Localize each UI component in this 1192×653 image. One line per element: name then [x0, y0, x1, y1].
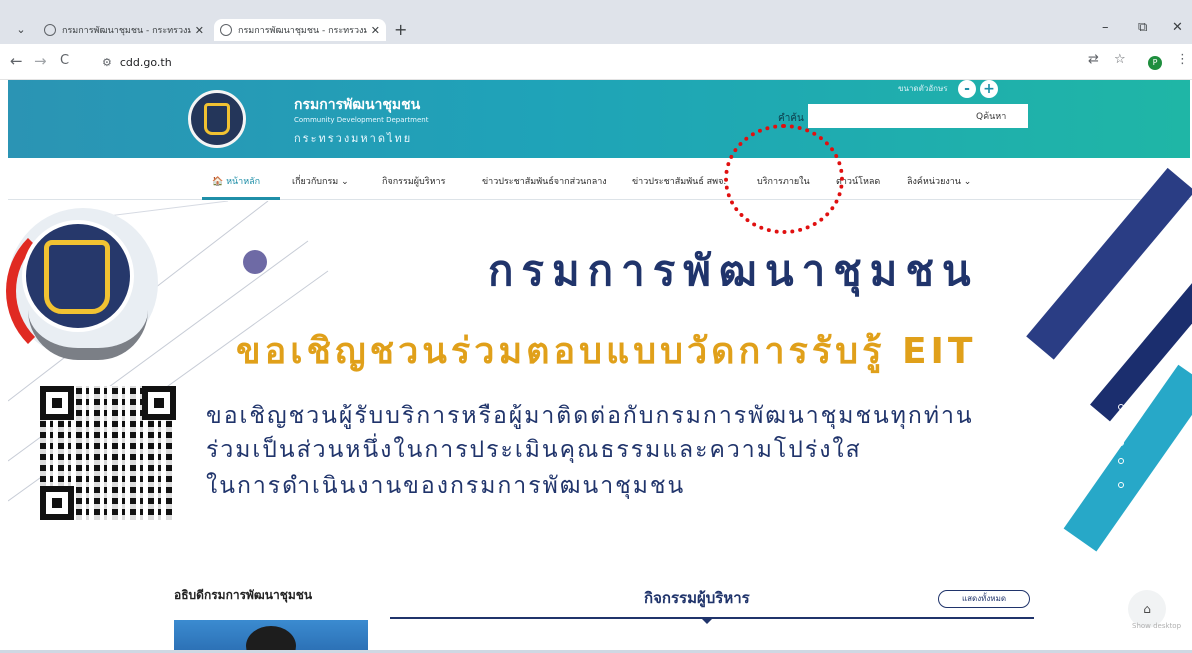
carousel-dot[interactable]: [1118, 422, 1124, 428]
brand-name-en: Community Development Department: [294, 116, 429, 124]
tab-search-chevron-icon[interactable]: ⌄: [12, 22, 30, 38]
search-button[interactable]: Qค้นหา: [976, 109, 1006, 123]
banner-subtitle: ขอเชิญชวนร่วมตอบแบบวัดการรับรู้ EIT: [236, 331, 977, 372]
bookmark-star-icon[interactable]: ☆: [1114, 52, 1126, 67]
nav-item-links[interactable]: ลิงค์หน่วยงาน ⌄: [907, 174, 971, 188]
close-icon[interactable]: ✕: [371, 24, 380, 37]
minimize-button[interactable]: –: [1102, 20, 1109, 35]
nav-item-about[interactable]: เกี่ยวกับกรม ⌄: [292, 174, 349, 188]
activities-section-title: กิจกรรมผู้บริหาร: [644, 589, 750, 607]
new-tab-button[interactable]: +: [394, 20, 407, 39]
more-menu-icon[interactable]: ⋮: [1176, 52, 1189, 67]
browser-tab-2[interactable]: กรมการพัฒนาชุมชน - กระทรวงมหา ✕: [214, 19, 386, 41]
font-decrease-button[interactable]: -: [958, 80, 976, 98]
url-text: cdd.go.th: [119, 55, 172, 69]
ministry-name: กระทรวงมหาดไทย: [294, 132, 413, 145]
browser-tab-strip: ⌄ กรมการพัฒนาชุมชน - กระทรวงมหา ✕ กรมการ…: [0, 0, 1192, 44]
show-desktop-label: Show desktop: [1132, 622, 1182, 630]
nav-item-provincial-news[interactable]: ข่าวประชาสัมพันธ์ สพจ.: [632, 174, 726, 188]
site-settings-icon[interactable]: ⚙: [102, 56, 112, 69]
banner-line-1: ขอเชิญชวนผู้รับบริการหรือผู้มาติดต่อกับก…: [206, 403, 974, 429]
nav-item-executive-activities[interactable]: กิจกรรมผู้บริหาร: [382, 174, 445, 188]
close-window-button[interactable]: ✕: [1172, 20, 1183, 35]
tab-title: กรมการพัฒนาชุมชน - กระทรวงมหา: [62, 26, 191, 36]
translate-icon[interactable]: ⇄: [1088, 52, 1099, 67]
banner-title: กรมการพัฒนาชุมชน: [488, 246, 979, 295]
active-nav-underline: [202, 197, 280, 200]
decorative-dot: [243, 250, 267, 274]
show-all-button[interactable]: แสดงทั้งหมด: [938, 590, 1030, 608]
logo-house-icon: [204, 103, 230, 135]
font-increase-button[interactable]: +: [980, 80, 998, 98]
carousel-dot[interactable]: [1118, 458, 1124, 464]
qr-finder-bottom-left: [40, 486, 74, 520]
banner-line-3: ในการดำเนินงานของกรมการพัฒนาชุมชน: [206, 473, 686, 499]
profile-avatar[interactable]: P: [1148, 56, 1162, 70]
reload-icon[interactable]: C: [60, 52, 69, 70]
font-size-label: ขนาดตัวอักษร: [898, 84, 948, 93]
carousel-dot[interactable]: [1118, 440, 1124, 446]
banner-line-2: ร่วมเป็นส่วนหนึ่งในการประเมินคุณธรรมและค…: [206, 437, 862, 463]
address-bar-row: ← → C ⚙ cdd.go.th ⇄ ☆ P ⋮: [0, 44, 1192, 80]
director-section-title: อธิบดีกรมการพัฒนาชุมชน: [174, 588, 313, 602]
qr-finder-top-left: [40, 386, 74, 420]
back-icon[interactable]: ←: [10, 52, 23, 70]
url-field[interactable]: ⚙ cdd.go.th: [96, 50, 1056, 74]
department-logo[interactable]: [188, 90, 246, 148]
section-divider-notch: [700, 617, 714, 624]
globe-icon: [44, 24, 56, 36]
banner-logo-house-icon: [44, 240, 110, 314]
carousel-dots: [1118, 404, 1126, 494]
close-icon[interactable]: ✕: [195, 24, 204, 37]
screen: ⌄ กรมการพัฒนาชุมชน - กระทรวงมหา ✕ กรมการ…: [0, 0, 1192, 653]
qr-finder-top-right: [142, 386, 176, 420]
red-dotted-annotation-circle: [724, 124, 844, 234]
carousel-dot[interactable]: [1118, 404, 1124, 410]
carousel-dot[interactable]: [1118, 482, 1124, 488]
brand-name-th: กรมการพัฒนาชุมชน: [294, 97, 421, 113]
nav-item-central-news[interactable]: ข่าวประชาสัมพันธ์จากส่วนกลาง: [482, 174, 607, 188]
restore-button[interactable]: ⧉: [1138, 20, 1147, 35]
browser-tab-1[interactable]: กรมการพัฒนาชุมชน - กระทรวงมหา ✕: [38, 19, 210, 41]
forward-icon[interactable]: →: [34, 52, 47, 70]
tab-title: กรมการพัฒนาชุมชน - กระทรวงมหา: [238, 26, 367, 36]
nav-item-home[interactable]: 🏠 หน้าหลัก: [212, 174, 260, 188]
globe-icon: [220, 24, 232, 36]
